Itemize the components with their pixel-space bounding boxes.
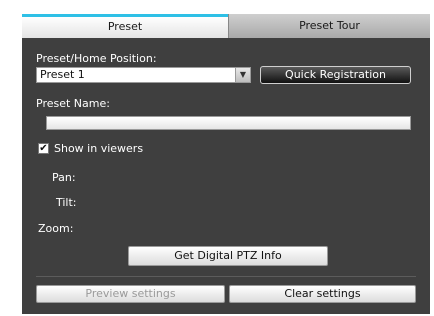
preset-panel: Preset Preset Tour Preset/Home Position:… [22,14,430,314]
quick-registration-button[interactable]: Quick Registration [260,66,411,84]
zoom-label: Zoom: [38,222,74,235]
tab-bar: Preset Preset Tour [22,14,430,38]
tab-preset[interactable]: Preset [22,14,228,38]
preset-name-label: Preset Name: [36,97,110,110]
preset-home-position-label: Preset/Home Position: [36,52,157,65]
get-digital-ptz-info-button[interactable]: Get Digital PTZ Info [128,246,328,266]
show-in-viewers-checkbox[interactable]: ✔ [38,143,49,154]
pan-label: Pan: [52,171,76,184]
chevron-down-icon[interactable]: ▼ [235,68,250,82]
preset-name-input[interactable] [46,116,411,130]
show-in-viewers-label: Show in viewers [54,142,144,155]
tilt-label: Tilt: [56,196,77,209]
tab-preset-tour[interactable]: Preset Tour [228,14,430,38]
clear-settings-button[interactable]: Clear settings [229,285,416,303]
preview-settings-button[interactable]: Preview settings [36,285,225,303]
preset-select[interactable]: Preset 1 ▼ [36,67,251,83]
preset-select-value: Preset 1 [40,68,85,81]
divider [36,276,416,277]
